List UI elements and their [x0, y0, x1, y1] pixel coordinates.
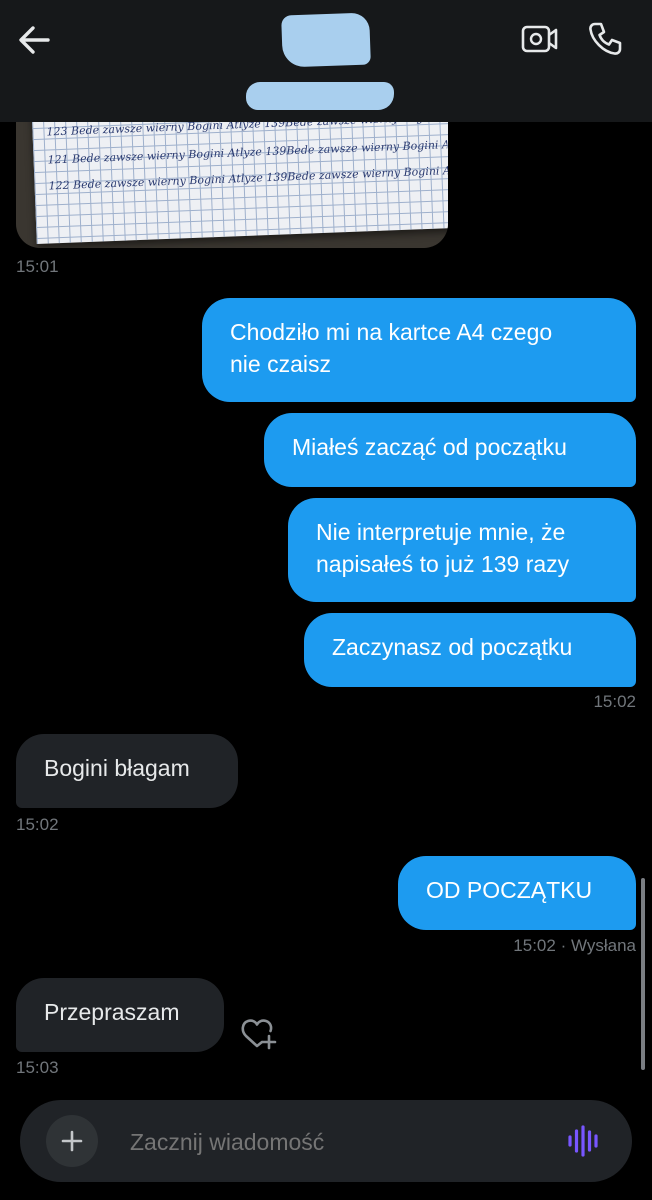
- outgoing-message[interactable]: Chodziło mi na kartce A4 czego nie czais…: [202, 298, 636, 402]
- message-timestamp: 15:02: [16, 815, 59, 834]
- notebook-paper-photo: 123 Bede zawsze wierny Bogini Atlyze 139…: [31, 108, 448, 245]
- message-text: OD POCZĄTKU: [426, 877, 593, 903]
- message-text: Przepraszam: [44, 999, 180, 1025]
- message-status: 15:02 · Wysłana: [513, 936, 636, 956]
- message-composer: [20, 1100, 632, 1182]
- redacted-avatar: [281, 12, 371, 68]
- video-call-button[interactable]: [518, 20, 560, 58]
- handwriting-line: 122 Bede zawsze wierny Bogini Atlyze 139…: [48, 164, 448, 193]
- image-attachment[interactable]: 123 Bede zawsze wierny Bogini Atlyze 139…: [16, 108, 448, 248]
- voice-message-button[interactable]: [566, 1124, 602, 1158]
- back-button[interactable]: [14, 22, 54, 58]
- arrow-left-icon: [19, 26, 50, 54]
- phone-icon: [589, 22, 622, 55]
- message-input[interactable]: [130, 1126, 550, 1158]
- incoming-message[interactable]: Bogini błagam: [16, 734, 238, 808]
- message-text: Chodziło mi na kartce A4 czego: [230, 319, 553, 345]
- scrollbar[interactable]: [641, 878, 645, 1070]
- outgoing-message[interactable]: Miałeś zacząć od początku: [264, 413, 636, 487]
- message-text: Nie interpretuje mnie, że: [316, 519, 566, 545]
- plus-icon: [61, 1130, 83, 1152]
- outgoing-message[interactable]: OD POCZĄTKU: [398, 856, 636, 930]
- message-timestamp: 15:02: [513, 936, 556, 955]
- react-button[interactable]: [240, 1014, 278, 1050]
- incoming-message[interactable]: Przepraszam: [16, 978, 224, 1052]
- voice-wave-icon: [568, 1125, 598, 1157]
- heart-add-icon: [241, 1019, 277, 1050]
- chat-header: [0, 0, 652, 122]
- message-timestamp: 15:03: [16, 1058, 59, 1077]
- message-timestamp: 15:01: [16, 257, 59, 276]
- voice-call-button[interactable]: [584, 18, 626, 60]
- message-text: napisałeś to już 139 razy: [316, 551, 570, 577]
- message-text: nie czaisz: [230, 351, 331, 377]
- handwriting-line: 121 Bede zawsze wierny Bogini Atlyze 139…: [47, 138, 448, 167]
- message-text: Bogini błagam: [44, 755, 190, 781]
- add-attachment-button[interactable]: [46, 1115, 98, 1167]
- message-timestamp: 15:02: [593, 692, 636, 711]
- video-camera-icon: [521, 25, 558, 53]
- message-text: Miałeś zacząć od początku: [292, 434, 567, 460]
- sent-status: · Wysłana: [560, 936, 636, 955]
- outgoing-message[interactable]: Zaczynasz od początku: [304, 613, 636, 687]
- outgoing-message[interactable]: Nie interpretuje mnie, że napisałeś to j…: [288, 498, 636, 602]
- message-text: Zaczynasz od początku: [332, 634, 573, 660]
- redacted-username: [246, 82, 394, 110]
